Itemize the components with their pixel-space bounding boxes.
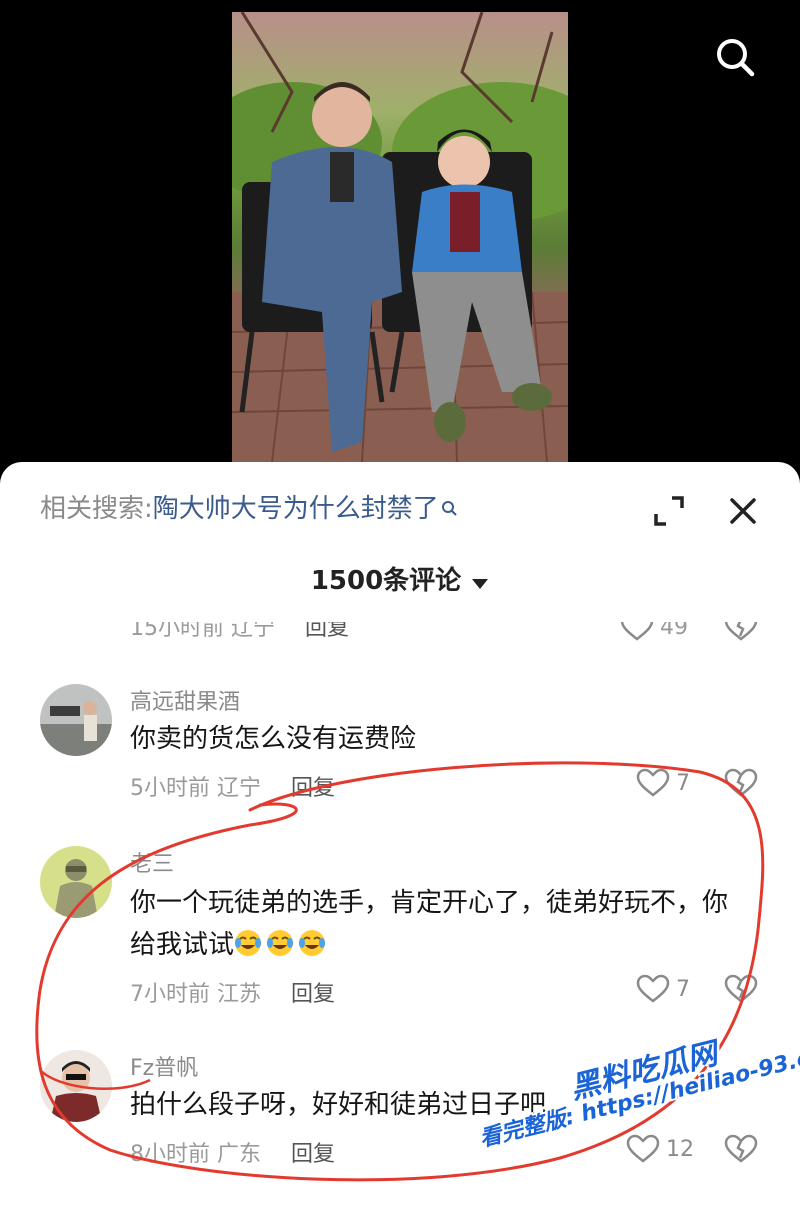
caret-down-icon	[471, 567, 489, 597]
like-count: 7	[676, 976, 690, 1002]
search-button[interactable]	[710, 32, 760, 82]
broken-heart-icon	[724, 1134, 758, 1163]
like-button[interactable]: 12	[626, 1134, 694, 1164]
dislike-button[interactable]	[724, 974, 758, 1008]
crying-laughing-emoji-icon	[234, 928, 262, 956]
comment-time-location: 5小时前 辽宁	[130, 776, 261, 801]
reply-button[interactable]: 回复	[291, 1142, 335, 1167]
comment-username[interactable]: 高远甜果酒	[130, 684, 240, 716]
avatar[interactable]	[40, 684, 112, 756]
video-scene	[232, 12, 568, 462]
reply-button[interactable]: 回复	[305, 622, 349, 641]
comment-text: 你卖的货怎么没有运费险	[130, 724, 417, 754]
comment-text: 你一个玩徒弟的选手，肯定开心了，徒弟好玩不，你给我试试	[130, 888, 729, 960]
comment-time-location: 7小时前 江苏	[130, 982, 261, 1007]
broken-heart-icon	[724, 974, 758, 1003]
comment-username[interactable]: 老三	[130, 846, 174, 878]
close-icon	[730, 498, 756, 524]
comments-sheet: 相关搜索:陶大帅大号为什么封禁了 1500条评论 15小时前 辽宁 回复 49 高…	[0, 462, 800, 1209]
heart-icon	[620, 622, 654, 641]
dislike-button[interactable]	[724, 622, 758, 646]
dislike-button[interactable]	[724, 768, 758, 802]
heart-icon	[626, 1134, 660, 1163]
reply-button[interactable]: 回复	[291, 982, 335, 1007]
close-button[interactable]	[722, 490, 764, 532]
crying-laughing-emoji-icon	[298, 928, 326, 956]
video-player[interactable]	[0, 0, 800, 470]
avatar[interactable]	[40, 1050, 112, 1122]
video-frame[interactable]	[232, 12, 568, 462]
related-search-label: 相关搜索:	[40, 494, 153, 524]
comment-time-location: 8小时前 广东	[130, 1142, 261, 1167]
broken-heart-icon	[724, 622, 758, 641]
like-button[interactable]: 49	[620, 614, 688, 642]
related-search[interactable]: 相关搜索:陶大帅大号为什么封禁了	[40, 492, 459, 527]
broken-heart-icon	[724, 768, 758, 797]
like-count: 7	[676, 770, 690, 796]
comment-meta: 8小时前 广东 回复	[130, 1136, 335, 1168]
previous-comment-meta: 15小时前 辽宁 回复	[130, 616, 350, 641]
like-button[interactable]: 7	[636, 974, 690, 1004]
dislike-button[interactable]	[724, 1134, 758, 1168]
comment-count-sort[interactable]: 1500条评论	[0, 560, 800, 597]
comment-count: 1500条评论	[310, 566, 462, 596]
crying-laughing-emoji-icon	[266, 928, 294, 956]
avatar[interactable]	[40, 846, 112, 918]
heart-icon	[636, 974, 670, 1003]
like-count: 12	[666, 1136, 694, 1162]
search-icon	[717, 39, 755, 77]
expand-button[interactable]	[648, 490, 690, 532]
related-search-query[interactable]: 陶大帅大号为什么封禁了	[153, 494, 439, 524]
comment-meta: 7小时前 江苏 回复	[130, 976, 335, 1008]
comment-text: 拍什么段子呀，好好和徒弟过日子吧	[130, 1090, 547, 1120]
heart-icon	[636, 768, 670, 797]
comment-username[interactable]: Fz普帆	[130, 1050, 198, 1082]
search-icon	[441, 493, 459, 527]
comment-meta: 5小时前 辽宁 回复	[130, 770, 335, 802]
reply-button[interactable]: 回复	[291, 776, 335, 801]
expand-icon	[654, 496, 684, 526]
like-count: 49	[660, 614, 688, 640]
like-button[interactable]: 7	[636, 768, 690, 798]
